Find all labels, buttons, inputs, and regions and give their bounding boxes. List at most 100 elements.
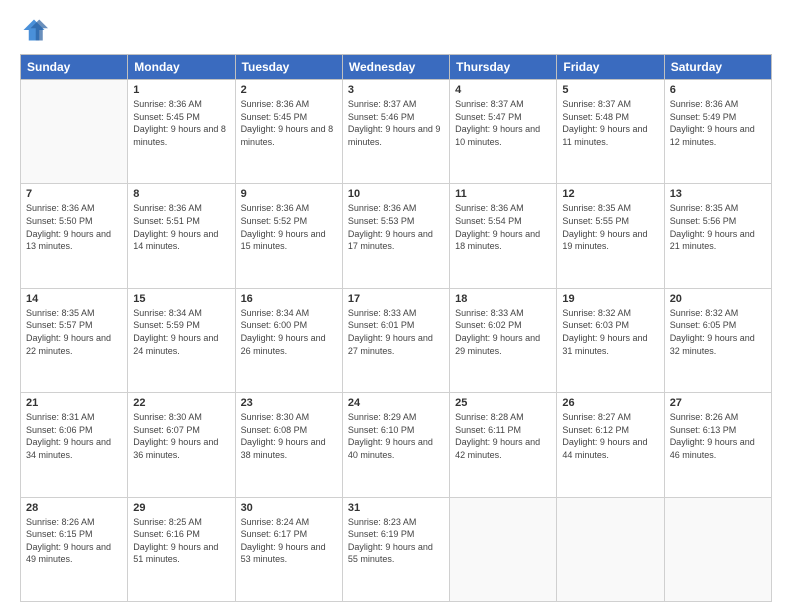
calendar-cell: 18Sunrise: 8:33 AMSunset: 6:02 PMDayligh… (450, 288, 557, 392)
day-info: Sunrise: 8:37 AMSunset: 5:48 PMDaylight:… (562, 98, 658, 148)
weekday-header-row: SundayMondayTuesdayWednesdayThursdayFrid… (21, 55, 772, 80)
day-number: 18 (455, 293, 551, 305)
calendar-cell: 1 Sunrise: 8:36 AMSunset: 5:45 PMDaylight… (128, 80, 235, 184)
day-info: Sunrise: 8:35 AMSunset: 5:57 PMDaylight:… (26, 307, 122, 357)
day-info: Sunrise: 8:37 AMSunset: 5:46 PMDaylight:… (348, 98, 444, 148)
day-number: 2 (241, 84, 337, 96)
day-number: 22 (133, 397, 229, 409)
day-info: Sunrise: 8:30 AMSunset: 6:07 PMDaylight:… (133, 411, 229, 461)
day-number: 6 (670, 84, 766, 96)
day-number: 29 (133, 502, 229, 514)
calendar-cell: 2 Sunrise: 8:36 AMSunset: 5:45 PMDaylight… (235, 80, 342, 184)
day-number: 15 (133, 293, 229, 305)
day-number: 25 (455, 397, 551, 409)
day-info: Sunrise: 8:32 AMSunset: 6:05 PMDaylight:… (670, 307, 766, 357)
calendar-cell: 15 Sunrise: 8:34 AMSunset: 5:59 PMDayligh… (128, 288, 235, 392)
day-number: 17 (348, 293, 444, 305)
calendar-cell: 31 Sunrise: 8:23 AMSunset: 6:19 PMDayligh… (342, 497, 449, 601)
day-number: 12 (562, 188, 658, 200)
day-number: 13 (670, 188, 766, 200)
calendar-cell (450, 497, 557, 601)
day-info: Sunrise: 8:36 AMSunset: 5:52 PMDaylight:… (241, 202, 337, 252)
calendar-cell: 7 Sunrise: 8:36 AMSunset: 5:50 PMDaylight… (21, 184, 128, 288)
calendar-cell: 22 Sunrise: 8:30 AMSunset: 6:07 PMDayligh… (128, 393, 235, 497)
day-info: Sunrise: 8:36 AMSunset: 5:54 PMDaylight:… (455, 202, 551, 252)
calendar-week-5: 28Sunrise: 8:26 AMSunset: 6:15 PMDayligh… (21, 497, 772, 601)
day-info: Sunrise: 8:35 AMSunset: 5:56 PMDaylight:… (670, 202, 766, 252)
day-info: Sunrise: 8:36 AMSunset: 5:45 PMDaylight:… (133, 98, 229, 148)
day-info: Sunrise: 8:37 AMSunset: 5:47 PMDaylight:… (455, 98, 551, 148)
day-info: Sunrise: 8:35 AMSunset: 5:55 PMDaylight:… (562, 202, 658, 252)
calendar-cell: 29Sunrise: 8:25 AMSunset: 6:16 PMDayligh… (128, 497, 235, 601)
weekday-header-friday: Friday (557, 55, 664, 80)
calendar-cell: 9 Sunrise: 8:36 AMSunset: 5:52 PMDaylight… (235, 184, 342, 288)
weekday-header-sunday: Sunday (21, 55, 128, 80)
day-info: Sunrise: 8:30 AMSunset: 6:08 PMDaylight:… (241, 411, 337, 461)
day-number: 31 (348, 502, 444, 514)
calendar-cell: 14 Sunrise: 8:35 AMSunset: 5:57 PMDayligh… (21, 288, 128, 392)
calendar-cell: 8Sunrise: 8:36 AMSunset: 5:51 PMDaylight… (128, 184, 235, 288)
calendar-week-4: 21Sunrise: 8:31 AMSunset: 6:06 PMDayligh… (21, 393, 772, 497)
calendar-cell (664, 497, 771, 601)
day-info: Sunrise: 8:29 AMSunset: 6:10 PMDaylight:… (348, 411, 444, 461)
calendar-cell: 6Sunrise: 8:36 AMSunset: 5:49 PMDaylight… (664, 80, 771, 184)
day-number: 30 (241, 502, 337, 514)
day-number: 7 (26, 188, 122, 200)
day-info: Sunrise: 8:24 AMSunset: 6:17 PMDaylight:… (241, 516, 337, 566)
weekday-header-tuesday: Tuesday (235, 55, 342, 80)
day-info: Sunrise: 8:36 AMSunset: 5:53 PMDaylight:… (348, 202, 444, 252)
calendar-week-2: 7 Sunrise: 8:36 AMSunset: 5:50 PMDaylight… (21, 184, 772, 288)
page: SundayMondayTuesdayWednesdayThursdayFrid… (0, 0, 792, 612)
day-info: Sunrise: 8:23 AMSunset: 6:19 PMDaylight:… (348, 516, 444, 566)
day-info: Sunrise: 8:28 AMSunset: 6:11 PMDaylight:… (455, 411, 551, 461)
calendar-cell: 3 Sunrise: 8:37 AMSunset: 5:46 PMDaylight… (342, 80, 449, 184)
day-number: 19 (562, 293, 658, 305)
calendar-cell: 26 Sunrise: 8:27 AMSunset: 6:12 PMDayligh… (557, 393, 664, 497)
calendar-cell: 19 Sunrise: 8:32 AMSunset: 6:03 PMDayligh… (557, 288, 664, 392)
day-number: 11 (455, 188, 551, 200)
calendar-cell: 10 Sunrise: 8:36 AMSunset: 5:53 PMDayligh… (342, 184, 449, 288)
calendar-cell: 25 Sunrise: 8:28 AMSunset: 6:11 PMDayligh… (450, 393, 557, 497)
calendar-cell: 11 Sunrise: 8:36 AMSunset: 5:54 PMDayligh… (450, 184, 557, 288)
day-number: 9 (241, 188, 337, 200)
weekday-header-saturday: Saturday (664, 55, 771, 80)
logo-icon (20, 16, 48, 44)
day-number: 5 (562, 84, 658, 96)
calendar-cell: 13 Sunrise: 8:35 AMSunset: 5:56 PMDayligh… (664, 184, 771, 288)
calendar-cell: 21Sunrise: 8:31 AMSunset: 6:06 PMDayligh… (21, 393, 128, 497)
calendar-cell: 5 Sunrise: 8:37 AMSunset: 5:48 PMDaylight… (557, 80, 664, 184)
day-info: Sunrise: 8:32 AMSunset: 6:03 PMDaylight:… (562, 307, 658, 357)
day-number: 8 (133, 188, 229, 200)
day-number: 1 (133, 84, 229, 96)
day-number: 3 (348, 84, 444, 96)
calendar-cell: 12 Sunrise: 8:35 AMSunset: 5:55 PMDayligh… (557, 184, 664, 288)
calendar-cell: 17 Sunrise: 8:33 AMSunset: 6:01 PMDayligh… (342, 288, 449, 392)
weekday-header-thursday: Thursday (450, 55, 557, 80)
day-number: 27 (670, 397, 766, 409)
day-info: Sunrise: 8:36 AMSunset: 5:50 PMDaylight:… (26, 202, 122, 252)
day-info: Sunrise: 8:33 AMSunset: 6:01 PMDaylight:… (348, 307, 444, 357)
weekday-header-monday: Monday (128, 55, 235, 80)
calendar-cell: 27Sunrise: 8:26 AMSunset: 6:13 PMDayligh… (664, 393, 771, 497)
header (20, 16, 772, 44)
calendar-cell (557, 497, 664, 601)
day-info: Sunrise: 8:34 AMSunset: 6:00 PMDaylight:… (241, 307, 337, 357)
day-info: Sunrise: 8:36 AMSunset: 5:45 PMDaylight:… (241, 98, 337, 148)
day-info: Sunrise: 8:34 AMSunset: 5:59 PMDaylight:… (133, 307, 229, 357)
calendar-table: SundayMondayTuesdayWednesdayThursdayFrid… (20, 54, 772, 602)
weekday-header-wednesday: Wednesday (342, 55, 449, 80)
day-number: 4 (455, 84, 551, 96)
day-info: Sunrise: 8:31 AMSunset: 6:06 PMDaylight:… (26, 411, 122, 461)
day-number: 10 (348, 188, 444, 200)
day-number: 20 (670, 293, 766, 305)
day-info: Sunrise: 8:26 AMSunset: 6:15 PMDaylight:… (26, 516, 122, 566)
calendar-cell: 24 Sunrise: 8:29 AMSunset: 6:10 PMDayligh… (342, 393, 449, 497)
day-number: 26 (562, 397, 658, 409)
day-number: 14 (26, 293, 122, 305)
calendar-cell: 16Sunrise: 8:34 AMSunset: 6:00 PMDayligh… (235, 288, 342, 392)
calendar-cell: 4 Sunrise: 8:37 AMSunset: 5:47 PMDaylight… (450, 80, 557, 184)
day-number: 24 (348, 397, 444, 409)
calendar-week-3: 14 Sunrise: 8:35 AMSunset: 5:57 PMDayligh… (21, 288, 772, 392)
logo (20, 16, 52, 44)
day-info: Sunrise: 8:27 AMSunset: 6:12 PMDaylight:… (562, 411, 658, 461)
